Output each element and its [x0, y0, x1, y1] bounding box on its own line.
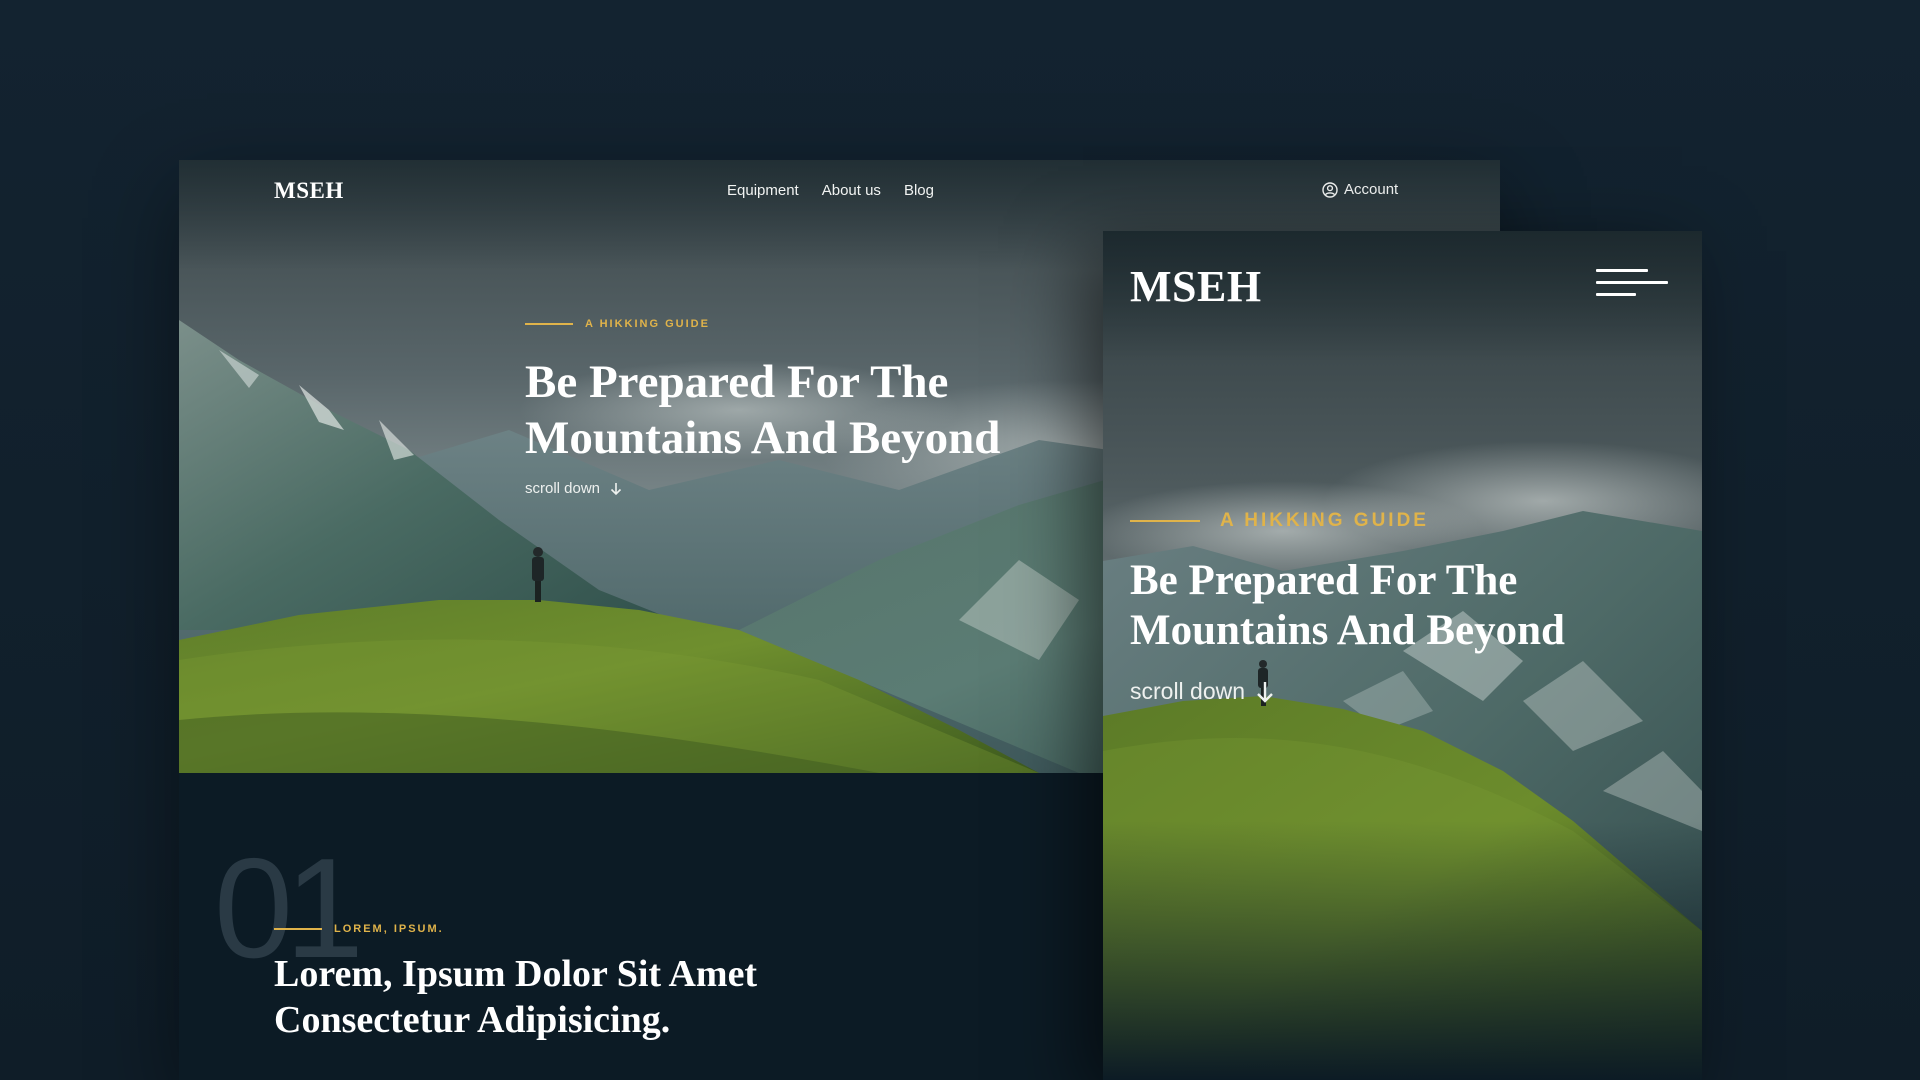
desktop-hero-copy: A HIKKING GUIDE Be Prepared For The Moun… [525, 318, 1145, 498]
account-link[interactable]: Account [1322, 181, 1398, 198]
showcase-canvas: MSEH Equipment About us Blog Account A H… [0, 0, 1920, 1080]
section-eyebrow-text: LOREM, IPSUM. [334, 923, 444, 935]
desktop-headline-line-2: Mountains And Beyond [525, 412, 1001, 464]
section-title: Lorem, Ipsum Dolor Sit Amet Consectetur … [274, 951, 974, 1043]
section-eyebrow: LOREM, IPSUM. [274, 923, 974, 935]
arrow-down-icon [1257, 681, 1273, 703]
nav-item-equipment[interactable]: Equipment [727, 182, 799, 199]
mobile-hero-eyebrow-text: A HIKKING GUIDE [1220, 510, 1429, 531]
eyebrow-rule [274, 928, 322, 930]
desktop-nav-menu: Equipment About us Blog [727, 182, 934, 199]
user-circle-icon [1322, 181, 1338, 198]
desktop-hero-eyebrow: A HIKKING GUIDE [525, 318, 1145, 330]
desktop-scroll-down-link[interactable]: scroll down [525, 480, 622, 497]
desktop-headline-line-1: Be Prepared For The [525, 356, 949, 408]
mobile-headline-line-2: Mountains And Beyond [1130, 607, 1565, 654]
desktop-hero-headline: Be Prepared For The Mountains And Beyond [525, 354, 1145, 466]
section-title-line-2: Consectetur Adipisicing. [274, 999, 671, 1041]
section-title-line-1: Lorem, Ipsum Dolor Sit Amet [274, 953, 758, 995]
hamburger-menu-icon[interactable] [1596, 269, 1668, 303]
desktop-scroll-label: scroll down [525, 480, 601, 497]
mobile-scroll-down-link[interactable]: scroll down [1130, 678, 1275, 705]
mobile-headline-line-1: Be Prepared For The [1130, 557, 1518, 604]
mobile-hero-headline: Be Prepared For The Mountains And Beyond [1130, 556, 1690, 656]
mobile-mockup: MSEH A HIKKING GUIDE Be Prepared For The… [1103, 231, 1702, 1080]
arrow-down-icon [610, 482, 622, 495]
desktop-hero-eyebrow-text: A HIKKING GUIDE [585, 318, 710, 330]
eyebrow-rule [525, 323, 573, 325]
nav-item-blog[interactable]: Blog [904, 182, 934, 199]
mobile-hero-eyebrow: A HIKKING GUIDE [1130, 510, 1690, 532]
nav-item-about-us[interactable]: About us [822, 182, 881, 199]
account-label: Account [1344, 181, 1399, 198]
mobile-logo[interactable]: MSEH [1130, 261, 1262, 312]
desktop-logo[interactable]: MSEH [274, 178, 344, 204]
eyebrow-rule [1130, 520, 1200, 522]
mobile-scroll-label: scroll down [1130, 678, 1246, 704]
section-copy: LOREM, IPSUM. Lorem, Ipsum Dolor Sit Ame… [274, 923, 974, 1043]
mobile-hero-copy: A HIKKING GUIDE Be Prepared For The Moun… [1130, 510, 1690, 705]
desktop-navbar: MSEH Equipment About us Blog Account [179, 160, 1500, 224]
